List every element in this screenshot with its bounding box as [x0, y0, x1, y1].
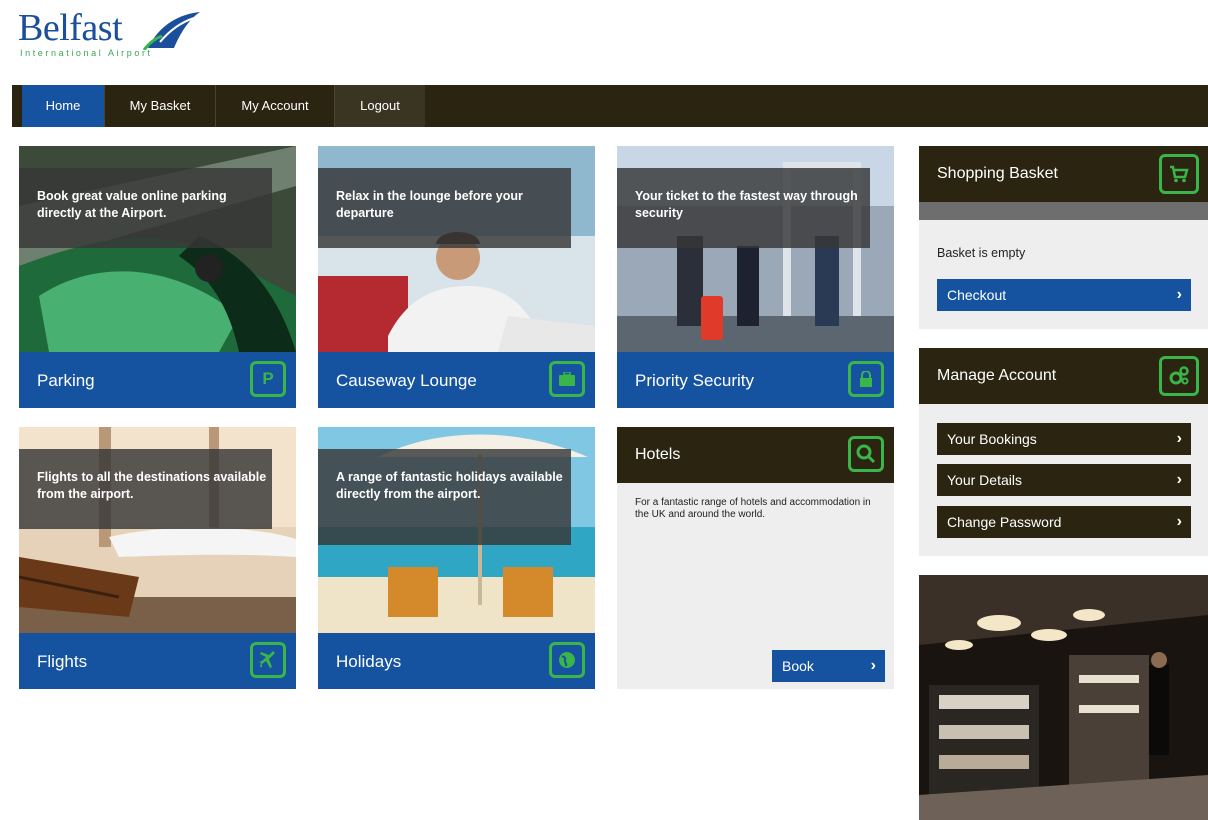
hotels-description: For a fantastic range of hotels and acco…: [635, 497, 871, 520]
basket-title: Shopping Basket: [937, 165, 1058, 182]
airplane-icon: [250, 642, 286, 678]
chevron-right-icon: ›: [1176, 286, 1182, 303]
book-button-label: Book: [782, 658, 814, 674]
lounge-label: Causeway Lounge: [336, 371, 477, 390]
security-label: Priority Security: [635, 371, 755, 390]
hotels-header: Hotels: [617, 427, 894, 483]
account-header: Manage Account: [919, 348, 1208, 404]
nav-home[interactable]: Home: [22, 85, 104, 127]
lock-icon: [848, 361, 884, 397]
change-password-button[interactable]: Change Password ›: [937, 506, 1191, 538]
change-password-label: Change Password: [947, 514, 1062, 530]
manage-account-panel: Manage Account Your Bookings › Your Deta…: [919, 348, 1208, 556]
luggage-icon: [549, 361, 585, 397]
logo-wordmark: Belfast: [18, 7, 123, 49]
parking-label: Parking: [37, 371, 95, 390]
chevron-right-icon: ›: [1176, 513, 1182, 530]
book-button[interactable]: Book ›: [772, 650, 885, 682]
chevron-right-icon: ›: [1176, 471, 1182, 488]
flights-banner: Flights: [19, 633, 296, 689]
chevron-right-icon: ›: [870, 657, 876, 674]
parking-icon: P: [250, 361, 286, 397]
flights-caption: Flights to all the destinations availabl…: [19, 449, 272, 529]
shopping-basket-panel: Shopping Basket Basket is empty Checkout…: [919, 146, 1208, 329]
chevron-right-icon: ›: [1176, 430, 1182, 447]
main-nav: Home My Basket My Account Logout: [12, 85, 1208, 127]
hotels-panel: Hotels For a fantastic range of hotels a…: [617, 427, 894, 689]
your-details-button[interactable]: Your Details ›: [937, 464, 1191, 496]
lounge-caption: Relax in the lounge before your departur…: [318, 168, 571, 248]
search-icon[interactable]: [848, 436, 884, 472]
checkout-button[interactable]: Checkout ›: [937, 279, 1191, 311]
security-banner: Priority Security: [617, 352, 894, 408]
your-details-label: Your Details: [947, 472, 1022, 488]
logo-wing-icon: [142, 12, 200, 50]
logo-subtitle: International Airport: [20, 48, 153, 58]
security-tile[interactable]: Your ticket to the fastest way through s…: [617, 146, 894, 408]
lounge-banner: Causeway Lounge: [318, 352, 595, 408]
checkout-label: Checkout: [947, 287, 1007, 303]
lounge-tile[interactable]: Relax in the lounge before your departur…: [318, 146, 595, 408]
flights-tile[interactable]: Flights to all the destinations availabl…: [19, 427, 296, 689]
gears-icon[interactable]: [1159, 356, 1199, 396]
parking-tile[interactable]: Book great value online parking directly…: [19, 146, 296, 408]
flights-label: Flights: [37, 652, 88, 671]
account-title: Manage Account: [937, 367, 1057, 384]
holidays-caption: A range of fantastic holidays available …: [318, 449, 571, 545]
parking-caption: Book great value online parking directly…: [19, 168, 272, 248]
nav-my-basket[interactable]: My Basket: [105, 85, 215, 127]
holidays-label: Holidays: [336, 652, 402, 671]
basket-header: Shopping Basket: [919, 146, 1208, 202]
basket-divider: [919, 202, 1208, 220]
your-bookings-label: Your Bookings: [947, 431, 1037, 447]
nav-logout[interactable]: Logout: [335, 85, 425, 127]
cart-icon[interactable]: [1159, 154, 1199, 194]
nav-my-account[interactable]: My Account: [216, 85, 334, 127]
security-caption: Your ticket to the fastest way through s…: [617, 168, 870, 248]
holidays-tile[interactable]: A range of fantastic holidays available …: [318, 427, 595, 689]
globe-icon: [549, 642, 585, 678]
duty-free-promo-image[interactable]: [919, 575, 1208, 820]
parking-banner: Parking P: [19, 352, 296, 408]
basket-status: Basket is empty: [937, 246, 1026, 260]
logo[interactable]: Belfast International Airport: [18, 7, 200, 60]
holidays-banner: Holidays: [318, 633, 595, 689]
hotels-label: Hotels: [635, 446, 681, 463]
your-bookings-button[interactable]: Your Bookings ›: [937, 423, 1191, 455]
